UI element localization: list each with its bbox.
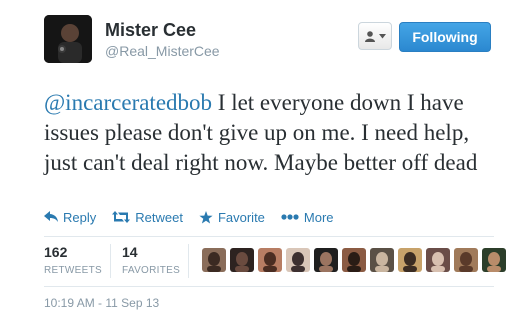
avatar[interactable] xyxy=(44,15,92,63)
favoriter-avatar[interactable] xyxy=(482,248,506,272)
favorite-button[interactable]: Favorite xyxy=(199,210,265,225)
favoriter-avatar[interactable] xyxy=(398,248,422,272)
avatar-image xyxy=(44,15,92,63)
retweet-icon xyxy=(112,211,131,223)
tweet-card: Mister Cee @Real_MisterCee Following @in… xyxy=(0,0,532,332)
user-actions-dropdown[interactable] xyxy=(358,22,392,50)
mention-link[interactable]: @incarceratedbob xyxy=(44,90,212,115)
favoriter-avatar[interactable] xyxy=(454,248,478,272)
user-handle[interactable]: @Real_MisterCee xyxy=(105,43,220,59)
favorites-count: 14 xyxy=(122,244,138,260)
tweet-text: @incarceratedbob I let everyone down I h… xyxy=(44,88,494,178)
retweet-label: Retweet xyxy=(135,209,183,225)
user-name[interactable]: Mister Cee xyxy=(105,20,196,40)
retweets-count: 162 xyxy=(44,244,68,260)
favorites-stat[interactable]: 14 FAVORITES xyxy=(122,244,180,277)
favoriter-avatar[interactable] xyxy=(426,248,450,272)
caret-down-icon xyxy=(379,33,386,38)
more-dots-icon xyxy=(281,214,299,220)
retweets-stat[interactable]: 162 RETWEETS xyxy=(44,244,102,277)
favoriter-avatar[interactable] xyxy=(202,248,226,272)
stat-separator xyxy=(188,244,189,278)
favoriters-avatars xyxy=(202,248,506,272)
more-button[interactable]: More xyxy=(281,210,334,225)
reply-button[interactable]: Reply xyxy=(44,210,96,225)
divider xyxy=(44,286,494,287)
favoriter-avatar[interactable] xyxy=(258,248,282,272)
favorites-label: FAVORITES xyxy=(122,265,181,276)
favoriter-avatar[interactable] xyxy=(286,248,310,272)
favorite-label: Favorite xyxy=(217,209,265,225)
reply-label: Reply xyxy=(63,209,97,225)
favoriter-avatar[interactable] xyxy=(370,248,394,272)
star-icon xyxy=(199,210,213,223)
user-icon xyxy=(365,31,375,42)
favoriter-avatar[interactable] xyxy=(342,248,366,272)
tweet-timestamp[interactable]: 10:19 AM - 11 Sep 13 xyxy=(44,296,159,310)
retweet-button[interactable]: Retweet xyxy=(112,210,183,225)
following-button[interactable]: Following xyxy=(399,22,491,52)
favoriter-avatar[interactable] xyxy=(230,248,254,272)
reply-icon xyxy=(44,211,58,222)
divider xyxy=(44,236,494,237)
favoriter-avatar[interactable] xyxy=(314,248,338,272)
more-label: More xyxy=(303,209,334,225)
tweet-actions: Reply Retweet Favorite More xyxy=(44,207,350,227)
retweets-label: RETWEETS xyxy=(44,265,102,276)
stat-separator xyxy=(110,244,111,278)
